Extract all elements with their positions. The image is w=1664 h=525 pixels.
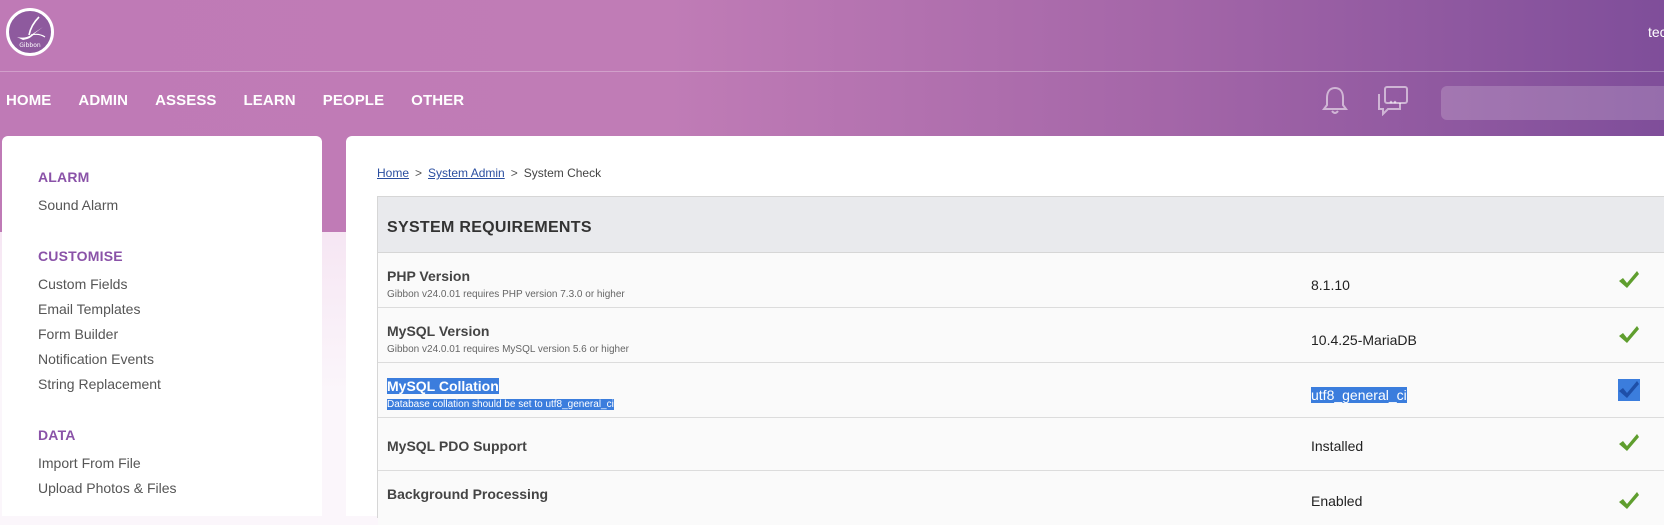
- system-requirements-table: SYSTEM REQUIREMENTS PHP Version Gibbon v…: [377, 196, 1664, 525]
- nav-admin[interactable]: ADMIN: [78, 92, 128, 109]
- breadcrumb-home[interactable]: Home: [377, 166, 409, 180]
- row-name: Background Processing: [387, 486, 549, 502]
- nav-people[interactable]: PEOPLE: [323, 92, 384, 109]
- row-value: utf8_general_ci: [1311, 387, 1407, 403]
- checkmark-icon: [1619, 271, 1639, 288]
- row-value: Enabled: [1311, 493, 1363, 509]
- sidebar-item-custom-fields[interactable]: Custom Fields: [38, 276, 127, 292]
- row-description: Gibbon v24.0.01 requires MySQL version 5…: [387, 344, 629, 355]
- main-nav: HOME ADMIN ASSESS LEARN PEOPLE OTHER: [6, 92, 491, 109]
- sidebar-item-upload-photos[interactable]: Upload Photos & Files: [38, 480, 177, 496]
- nav-home[interactable]: HOME: [6, 92, 51, 109]
- sidebar-item-form-builder[interactable]: Form Builder: [38, 326, 118, 342]
- sidebar-item-string-replacement[interactable]: String Replacement: [38, 376, 161, 392]
- sidebar: ALARM Sound Alarm CUSTOMISE Custom Field…: [2, 136, 322, 516]
- row-name: PHP Version: [387, 268, 471, 284]
- table-row: MySQL Collation Database collation shoul…: [378, 363, 1664, 418]
- row-value: Installed: [1311, 438, 1364, 454]
- row-value: 10.4.25-MariaDB: [1311, 332, 1417, 348]
- row-description: Database collation should be set to utf8…: [387, 399, 614, 410]
- checkmark-icon: [1619, 326, 1639, 343]
- table-row: MySQL Version Gibbon v24.0.01 requires M…: [378, 308, 1664, 363]
- header-divider: [0, 71, 1664, 72]
- sidebar-item-import-from-file[interactable]: Import From File: [38, 455, 141, 471]
- checkmark-icon: [1619, 492, 1639, 509]
- checkmark-icon: [1619, 434, 1639, 451]
- logo[interactable]: Gibbon: [6, 8, 54, 56]
- search-input[interactable]: [1441, 86, 1664, 120]
- row-value: 8.1.10: [1311, 277, 1350, 293]
- chat-icon[interactable]: [1376, 84, 1410, 116]
- row-name: MySQL PDO Support: [387, 438, 527, 454]
- breadcrumb-separator: >: [415, 166, 423, 180]
- table-row: Background Processing Enabled: [378, 471, 1664, 525]
- sidebar-heading-customise: CUSTOMISE: [38, 248, 123, 264]
- breadcrumb-separator: >: [510, 166, 518, 180]
- nav-assess[interactable]: ASSESS: [155, 92, 216, 109]
- bell-icon[interactable]: [1320, 84, 1350, 116]
- sidebar-heading-alarm: ALARM: [38, 169, 90, 185]
- logo-text: Gibbon: [19, 42, 41, 49]
- table-header: SYSTEM REQUIREMENTS: [378, 197, 1664, 253]
- row-name: MySQL Collation: [387, 378, 499, 394]
- sidebar-item-email-templates[interactable]: Email Templates: [38, 301, 140, 317]
- breadcrumb: Home > System Admin > System Check: [377, 166, 601, 180]
- row-description: Gibbon v24.0.01 requires PHP version 7.3…: [387, 289, 625, 300]
- sidebar-item-sound-alarm[interactable]: Sound Alarm: [38, 197, 118, 213]
- breadcrumb-system-admin[interactable]: System Admin: [428, 166, 505, 180]
- sidebar-heading-data: DATA: [38, 427, 76, 443]
- checkmark-icon: [1618, 379, 1640, 401]
- username[interactable]: tec: [1648, 24, 1664, 40]
- sidebar-item-notification-events[interactable]: Notification Events: [38, 351, 154, 367]
- table-title: SYSTEM REQUIREMENTS: [387, 219, 592, 236]
- nav-learn[interactable]: LEARN: [244, 92, 296, 109]
- nav-other[interactable]: OTHER: [411, 92, 464, 109]
- breadcrumb-current: System Check: [523, 166, 602, 180]
- row-name: MySQL Version: [387, 323, 490, 339]
- table-row: MySQL PDO Support Installed: [378, 418, 1664, 471]
- table-row: PHP Version Gibbon v24.0.01 requires PHP…: [378, 253, 1664, 308]
